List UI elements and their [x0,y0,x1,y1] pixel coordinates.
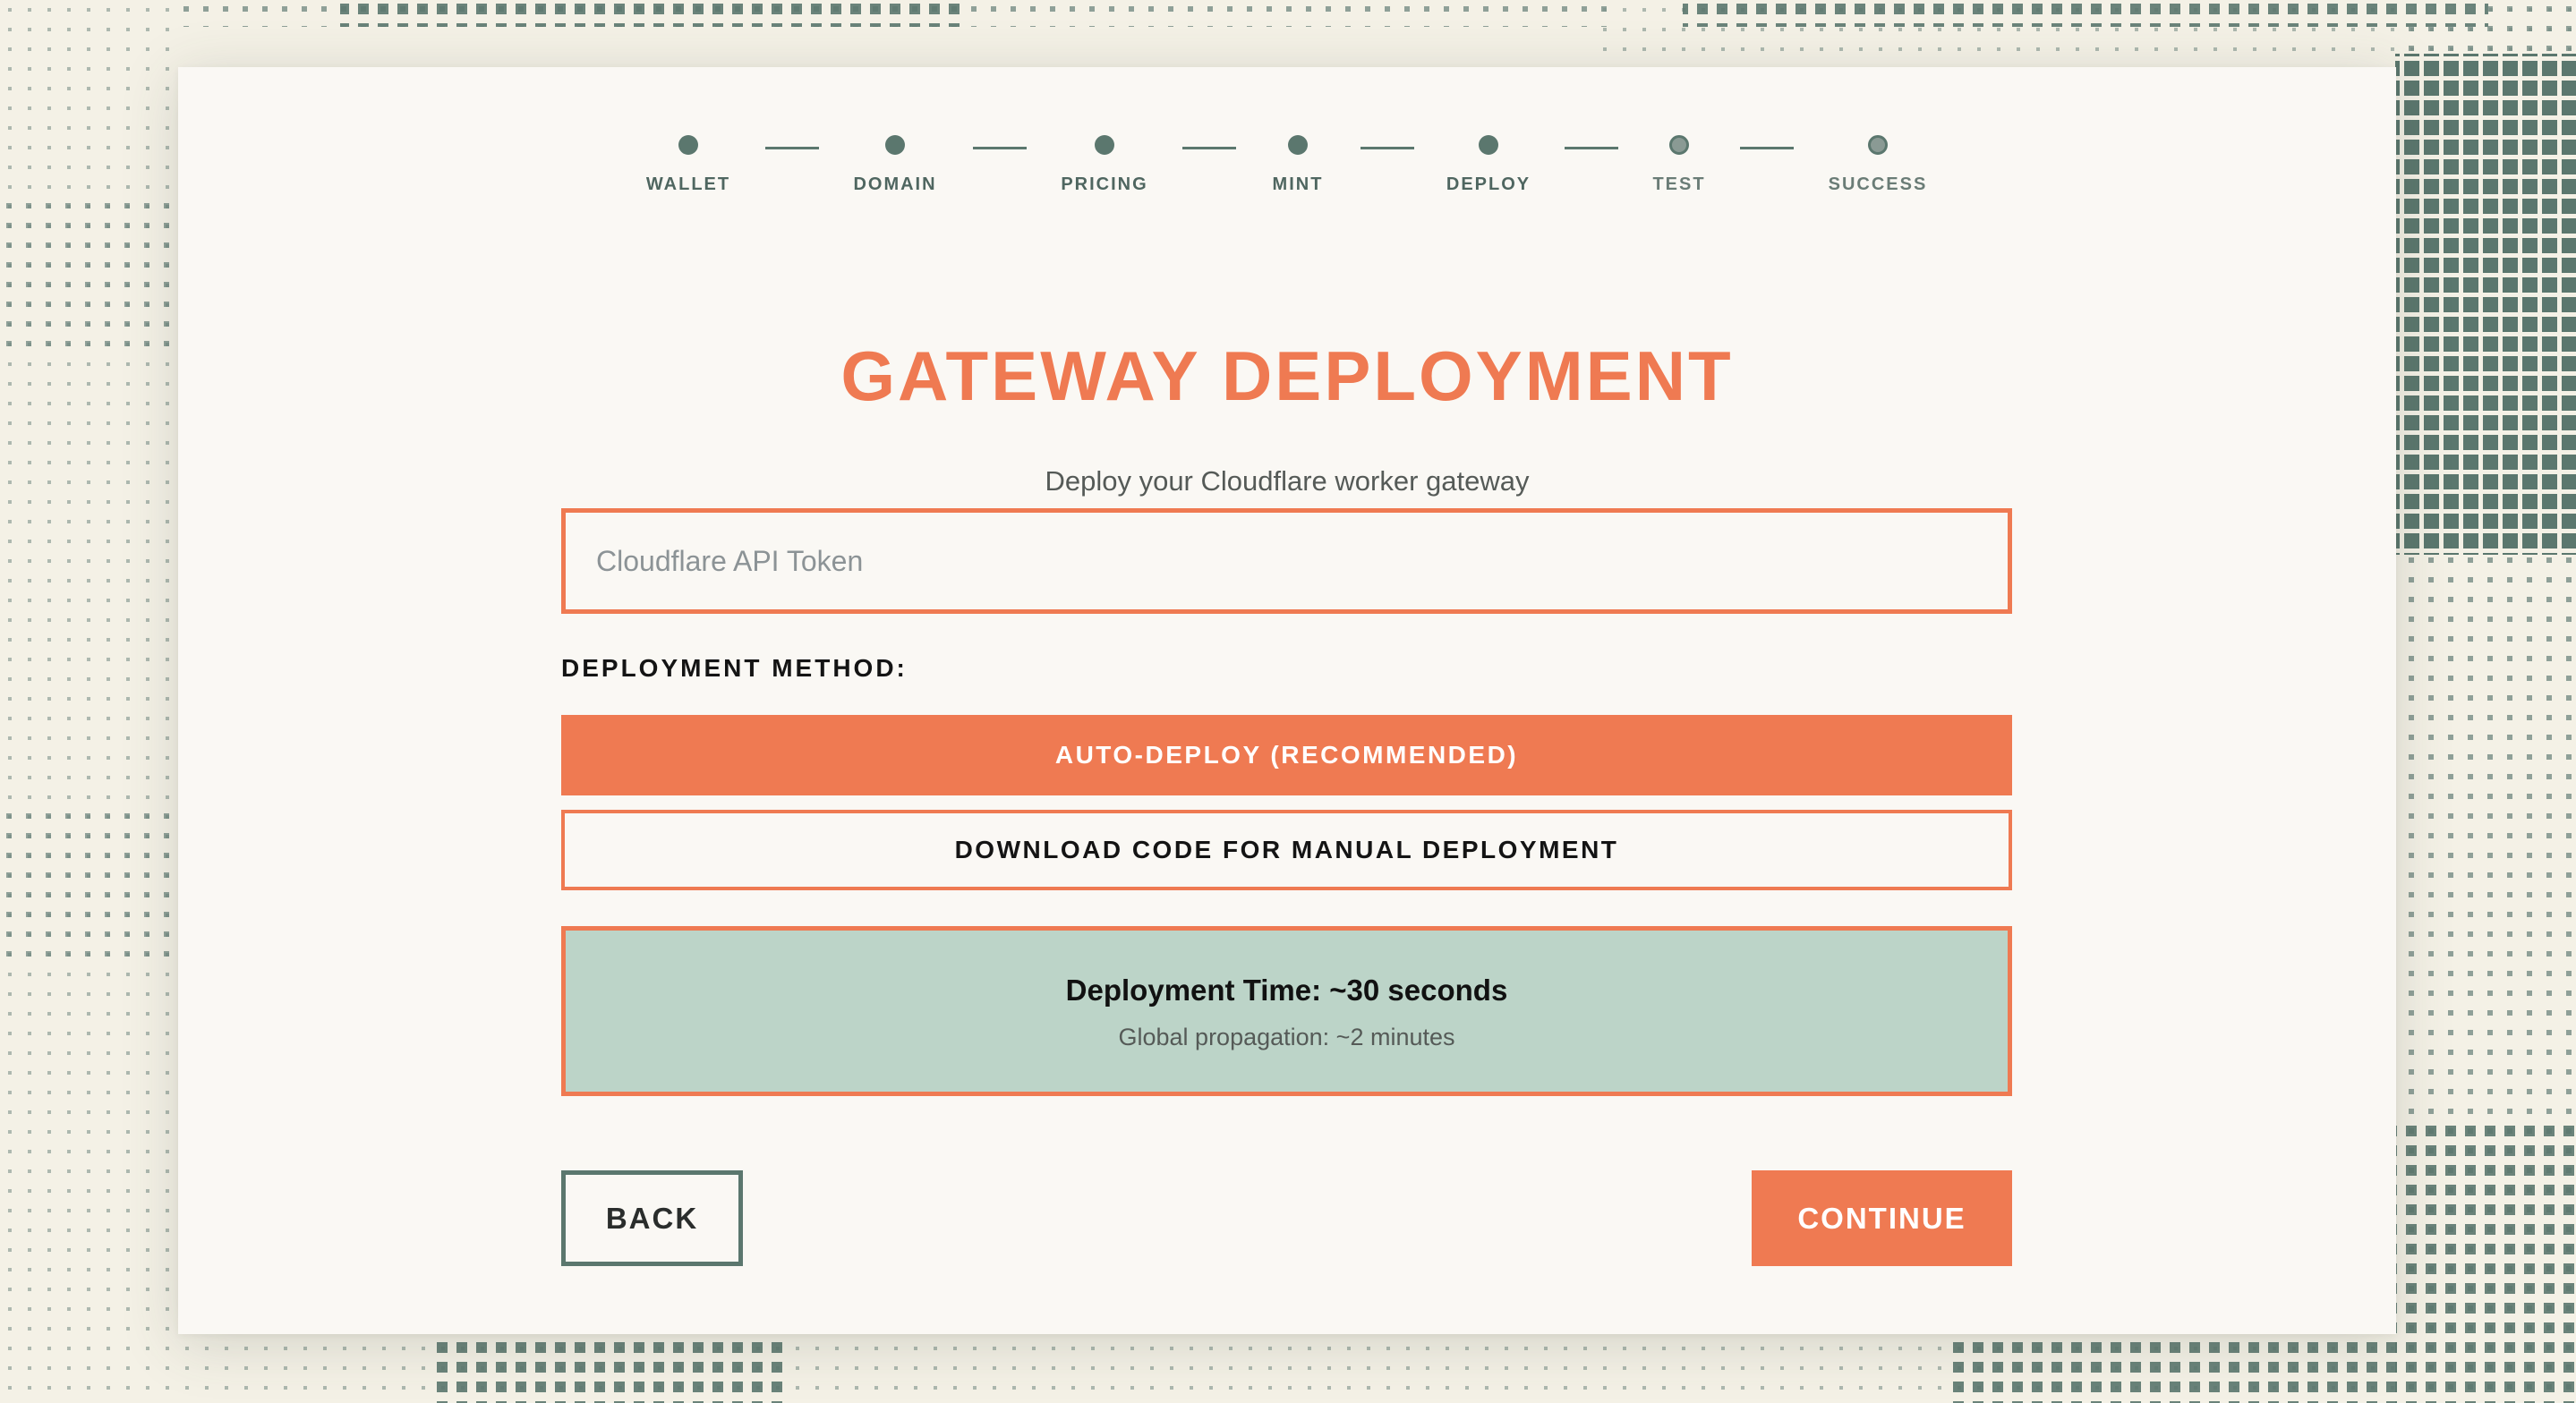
back-button[interactable]: BACK [561,1170,743,1266]
step-mint: MINT [1208,135,1387,195]
step-complete-dot [885,135,905,155]
step-pricing: PRICING [1015,135,1194,195]
auto-deploy-button[interactable]: AUTO-DEPLOY (RECOMMENDED) [561,715,2012,795]
step-label: SUCCESS [1828,174,1928,194]
step-domain: DOMAIN [806,135,985,195]
step-label: WALLET [645,174,731,194]
step-label: DEPLOY [1446,174,1531,194]
page-title: GATEWAY DEPLOYMENT [840,336,1734,415]
step-complete-dot [678,135,698,155]
deployment-method-label: DEPLOYMENT METHOD: [561,654,908,682]
step-pending-dot [1868,135,1888,155]
deployment-time-text: Deployment Time: ~30 seconds [1065,974,1508,1007]
step-wallet: WALLET [599,135,778,195]
step-label: TEST [1652,174,1706,194]
step-label: PRICING [1061,174,1148,194]
step-current-dot [1479,135,1498,155]
step-test: TEST [1590,135,1769,195]
api-token-input[interactable] [561,508,2012,614]
step-complete-dot [1095,135,1114,155]
manual-deploy-button[interactable]: DOWNLOAD CODE FOR MANUAL DEPLOYMENT [561,810,2012,890]
deployment-card: WALLET DOMAIN PRICING MINT DEPLOY TEST S… [178,67,2396,1334]
step-success: SUCCESS [1788,135,1967,195]
step-label: DOMAIN [853,174,937,194]
step-complete-dot [1288,135,1308,155]
propagation-time-text: Global propagation: ~2 minutes [1118,1024,1455,1050]
step-deploy: DEPLOY [1399,135,1578,195]
deployment-info-box: Deployment Time: ~30 seconds Global prop… [561,926,2012,1096]
step-label: MINT [1272,174,1324,194]
continue-button[interactable]: CONTINUE [1752,1170,2012,1266]
progress-stepper: WALLET DOMAIN PRICING MINT DEPLOY TEST S… [178,67,2396,282]
step-pending-dot [1669,135,1689,155]
page-subtitle: Deploy your Cloudflare worker gateway [1045,465,1530,497]
